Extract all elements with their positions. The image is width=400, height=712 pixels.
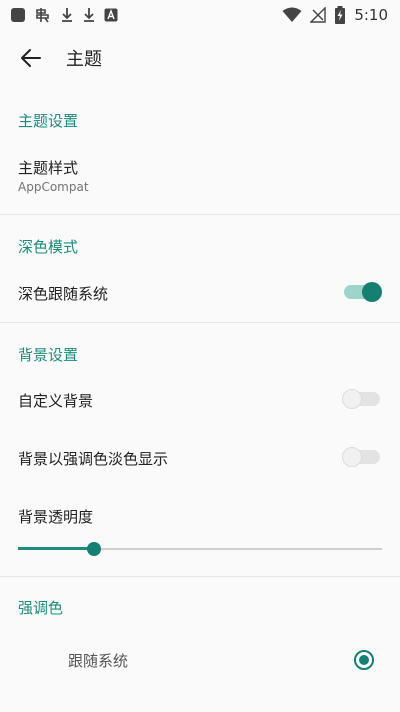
download-icon [84,8,94,22]
switch-thumb [342,389,362,409]
accent-follow-system-radio[interactable] [354,650,374,670]
dark-follow-system-switch[interactable] [342,282,382,302]
section-header-theme: 主题设置 [18,112,79,130]
accent-follow-system-label: 跟随系统 [68,652,129,670]
theme-style-row[interactable]: 主题样式 AppCompat [0,145,400,211]
theme-settings-screen: 5:10 主题 主题设置 主题样式 AppCompat 深色模式 深色跟随系统 … [0,0,400,712]
background-opacity-label: 背景透明度 [18,508,94,526]
divider [0,322,400,323]
accent-tint-background-row[interactable]: 背景以强调色淡色显示 [0,436,400,480]
arrow-back-icon [21,49,41,67]
theme-style-title: 主题样式 [18,159,79,177]
page-title: 主题 [66,49,102,70]
custom-background-switch[interactable] [342,389,382,409]
switch-thumb [362,282,382,302]
status-bar-left [10,6,118,24]
download-icon [62,8,72,22]
app-a-icon [104,8,118,22]
divider [0,214,400,215]
accent-follow-system-row[interactable]: 跟随系统 [0,636,400,684]
slider-fill [18,547,94,550]
switch-thumb [342,447,362,467]
divider [0,576,400,577]
accent-tint-background-switch[interactable] [342,447,382,467]
back-button[interactable] [16,43,46,73]
dark-follow-system-row[interactable]: 深色跟随系统 [0,270,400,316]
status-bar-right: 5:10 [282,6,388,24]
section-header-accent: 强调色 [18,599,64,617]
app-bar: 主题 [0,30,400,86]
radio-dot [359,655,369,665]
slider-knob[interactable] [87,542,101,556]
battery-charging-icon [335,6,346,24]
background-opacity-slider[interactable] [18,540,382,558]
section-header-background: 背景设置 [18,346,79,364]
no-signal-icon [310,7,327,23]
status-bar: 5:10 [0,0,400,30]
custom-background-label: 自定义背景 [18,392,94,410]
dark-follow-system-label: 深色跟随系统 [18,285,109,303]
section-header-dark-mode: 深色模式 [18,238,79,256]
accent-tint-background-label: 背景以强调色淡色显示 [18,450,169,468]
custom-background-row[interactable]: 自定义背景 [0,378,400,422]
wifi-icon [282,7,302,22]
status-time: 5:10 [354,6,388,24]
theme-style-value: AppCompat [18,180,89,194]
app-square-icon [11,8,25,22]
notification-icon [36,8,49,23]
